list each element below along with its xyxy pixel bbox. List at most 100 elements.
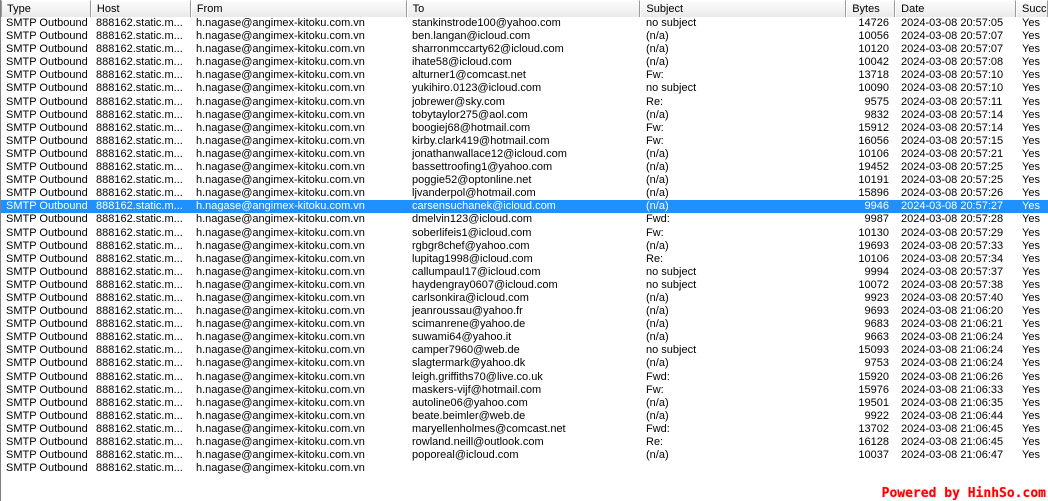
- cell-type: SMTP Outbound: [6, 134, 88, 147]
- cell-from: h.nagase@angimex-kitoku.com.vn: [196, 226, 365, 239]
- cell-date: 2024-03-08 20:57:08: [901, 56, 1004, 69]
- table-row[interactable]: SMTP Outbound 888162.static.m... h.nagase@…: [1, 56, 1048, 69]
- table-row[interactable]: SMTP Outbound 888162.static.m... h.nagase@…: [1, 449, 1048, 462]
- table-row[interactable]: SMTP Outbound 888162.static.m... h.nagase@…: [1, 279, 1048, 292]
- cell-success: Yes: [1022, 305, 1040, 318]
- cell-to: yukihiro.0123@icloud.com: [412, 82, 542, 95]
- column-header-host[interactable]: Host: [90, 0, 191, 17]
- table-row[interactable]: SMTP Outbound 888162.static.m... h.nagase@…: [1, 109, 1048, 122]
- table-row[interactable]: SMTP Outbound 888162.static.m... h.nagase@…: [1, 462, 1048, 475]
- cell-from: h.nagase@angimex-kitoku.com.vn: [196, 108, 365, 121]
- table-row[interactable]: SMTP Outbound 888162.static.m... h.nagase@…: [1, 227, 1048, 240]
- table-row[interactable]: SMTP Outbound 888162.static.m... h.nagase@…: [1, 17, 1048, 30]
- table-row[interactable]: SMTP Outbound 888162.static.m... h.nagase@…: [1, 253, 1048, 266]
- cell-to: autoline06@yahoo.com: [412, 396, 528, 409]
- table-row[interactable]: SMTP Outbound 888162.static.m... h.nagase@…: [1, 122, 1048, 135]
- cell-to: maskers-vijf@hotmail.com: [412, 383, 542, 396]
- cell-from: h.nagase@angimex-kitoku.com.vn: [196, 43, 365, 56]
- table-row[interactable]: SMTP Outbound 888162.static.m... h.nagase@…: [1, 344, 1048, 357]
- table-row[interactable]: SMTP Outbound 888162.static.m... h.nagase@…: [1, 187, 1048, 200]
- cell-type: SMTP Outbound: [6, 422, 88, 435]
- column-header-subject[interactable]: Subject: [640, 0, 847, 17]
- log-table-body[interactable]: SMTP Outbound 888162.static.m... h.nagase@…: [1, 17, 1048, 501]
- cell-subject: Re:: [646, 436, 664, 448]
- cell-success: Yes: [1022, 17, 1040, 29]
- column-header-bytes[interactable]: Bytes: [846, 0, 896, 17]
- column-header-type[interactable]: Type: [1, 0, 91, 17]
- cell-success: Yes: [1022, 174, 1040, 187]
- cell-host: 888162.static.m...: [96, 147, 183, 160]
- column-header-from-label: From: [196, 2, 223, 15]
- table-row[interactable]: SMTP Outbound 888162.static.m... h.nagase@…: [1, 318, 1048, 331]
- table-row[interactable]: SMTP Outbound 888162.static.m... h.nagase@…: [1, 96, 1048, 109]
- table-row[interactable]: SMTP Outbound 888162.static.m... h.nagase@…: [1, 423, 1048, 436]
- table-row[interactable]: SMTP Outbound 888162.static.m... h.nagase@…: [1, 266, 1048, 279]
- table-row[interactable]: SMTP Outbound 888162.static.m... h.nagase@…: [1, 69, 1048, 82]
- column-header-to[interactable]: To: [406, 0, 641, 17]
- cell-date: 2024-03-08 21:06:24: [901, 344, 1004, 357]
- cell-subject: (n/a): [646, 161, 669, 174]
- table-row[interactable]: SMTP Outbound 888162.static.m... h.nagase@…: [1, 200, 1048, 214]
- table-row[interactable]: SMTP Outbound 888162.static.m... h.nagase@…: [1, 161, 1048, 174]
- cell-bytes: 13718: [858, 69, 889, 82]
- table-row[interactable]: SMTP Outbound 888162.static.m... h.nagase@…: [1, 213, 1048, 226]
- cell-host: 888162.static.m...: [96, 121, 183, 134]
- cell-to: lupitag1998@icloud.com: [412, 252, 533, 265]
- cell-success: Yes: [1022, 331, 1040, 344]
- table-row[interactable]: SMTP Outbound 888162.static.m... h.nagase@…: [1, 436, 1048, 449]
- table-row[interactable]: SMTP Outbound 888162.static.m... h.nagase@…: [1, 240, 1048, 253]
- cell-host: 888162.static.m...: [96, 396, 183, 409]
- cell-subject: (n/a): [646, 108, 669, 121]
- table-row[interactable]: SMTP Outbound 888162.static.m... h.nagase@…: [1, 331, 1048, 344]
- table-row[interactable]: SMTP Outbound 888162.static.m... h.nagase@…: [1, 292, 1048, 305]
- table-row[interactable]: SMTP Outbound 888162.static.m... h.nagase@…: [1, 397, 1048, 410]
- cell-host: 888162.static.m...: [96, 370, 183, 383]
- cell-bytes: 16056: [858, 134, 889, 147]
- column-header-bytes-label: Bytes: [852, 2, 880, 15]
- column-header-from[interactable]: From: [190, 0, 407, 17]
- table-row[interactable]: SMTP Outbound 888162.static.m... h.nagase@…: [1, 174, 1048, 187]
- cell-host: 888162.static.m...: [96, 449, 183, 462]
- cell-date: 2024-03-08 20:57:15: [901, 134, 1004, 147]
- cell-subject: no subject: [646, 278, 697, 291]
- cell-subject: Fw:: [646, 121, 664, 134]
- table-row[interactable]: SMTP Outbound 888162.static.m... h.nagase@…: [1, 305, 1048, 318]
- cell-date: 2024-03-08 20:57:26: [901, 187, 1004, 200]
- table-row[interactable]: SMTP Outbound 888162.static.m... h.nagase@…: [1, 43, 1048, 56]
- column-header-date[interactable]: Date: [895, 0, 1017, 17]
- table-row[interactable]: SMTP Outbound 888162.static.m... h.nagase@…: [1, 148, 1048, 161]
- cell-type: SMTP Outbound: [6, 278, 88, 291]
- cell-host: 888162.static.m...: [96, 69, 183, 82]
- table-row[interactable]: SMTP Outbound 888162.static.m... h.nagase@…: [1, 82, 1048, 95]
- cell-from: h.nagase@angimex-kitoku.com.vn: [196, 147, 365, 160]
- cell-from: h.nagase@angimex-kitoku.com.vn: [196, 69, 365, 82]
- cell-from: h.nagase@angimex-kitoku.com.vn: [196, 370, 365, 383]
- cell-subject: Re:: [646, 252, 664, 265]
- cell-success: Yes: [1022, 147, 1040, 160]
- cell-bytes: 15912: [858, 121, 889, 134]
- table-row[interactable]: SMTP Outbound 888162.static.m... h.nagase@…: [1, 371, 1048, 384]
- column-header-success[interactable]: Succe: [1016, 0, 1048, 17]
- cell-to: suwami64@yahoo.it: [412, 331, 512, 344]
- cell-date: 2024-03-08 21:06:20: [901, 305, 1004, 318]
- cell-success: Yes: [1022, 449, 1040, 462]
- table-row[interactable]: SMTP Outbound 888162.static.m... h.nagase@…: [1, 410, 1048, 423]
- table-row[interactable]: SMTP Outbound 888162.static.m... h.nagase@…: [1, 135, 1048, 148]
- cell-date: 2024-03-08 20:57:28: [901, 213, 1004, 226]
- cell-bytes: 10072: [858, 278, 889, 291]
- table-row[interactable]: SMTP Outbound 888162.static.m... h.nagase@…: [1, 357, 1048, 370]
- cell-host: 888162.static.m...: [96, 331, 183, 344]
- cell-subject: no subject: [646, 265, 697, 278]
- cell-from: h.nagase@angimex-kitoku.com.vn: [196, 436, 365, 448]
- cell-date: 2024-03-08 21:06:26: [901, 370, 1004, 383]
- cell-date: 2024-03-08 20:57:38: [901, 278, 1004, 291]
- cell-host: 888162.static.m...: [96, 278, 183, 291]
- cell-from: h.nagase@angimex-kitoku.com.vn: [196, 30, 365, 43]
- cell-from: h.nagase@angimex-kitoku.com.vn: [196, 82, 365, 95]
- table-row[interactable]: SMTP Outbound 888162.static.m... h.nagase@…: [1, 30, 1048, 43]
- cell-to: tobytaylor275@aol.com: [412, 108, 528, 121]
- cell-type: SMTP Outbound: [6, 357, 88, 370]
- cell-subject: no subject: [646, 82, 697, 95]
- cell-from: h.nagase@angimex-kitoku.com.vn: [196, 121, 365, 134]
- table-row[interactable]: SMTP Outbound 888162.static.m... h.nagase@…: [1, 384, 1048, 397]
